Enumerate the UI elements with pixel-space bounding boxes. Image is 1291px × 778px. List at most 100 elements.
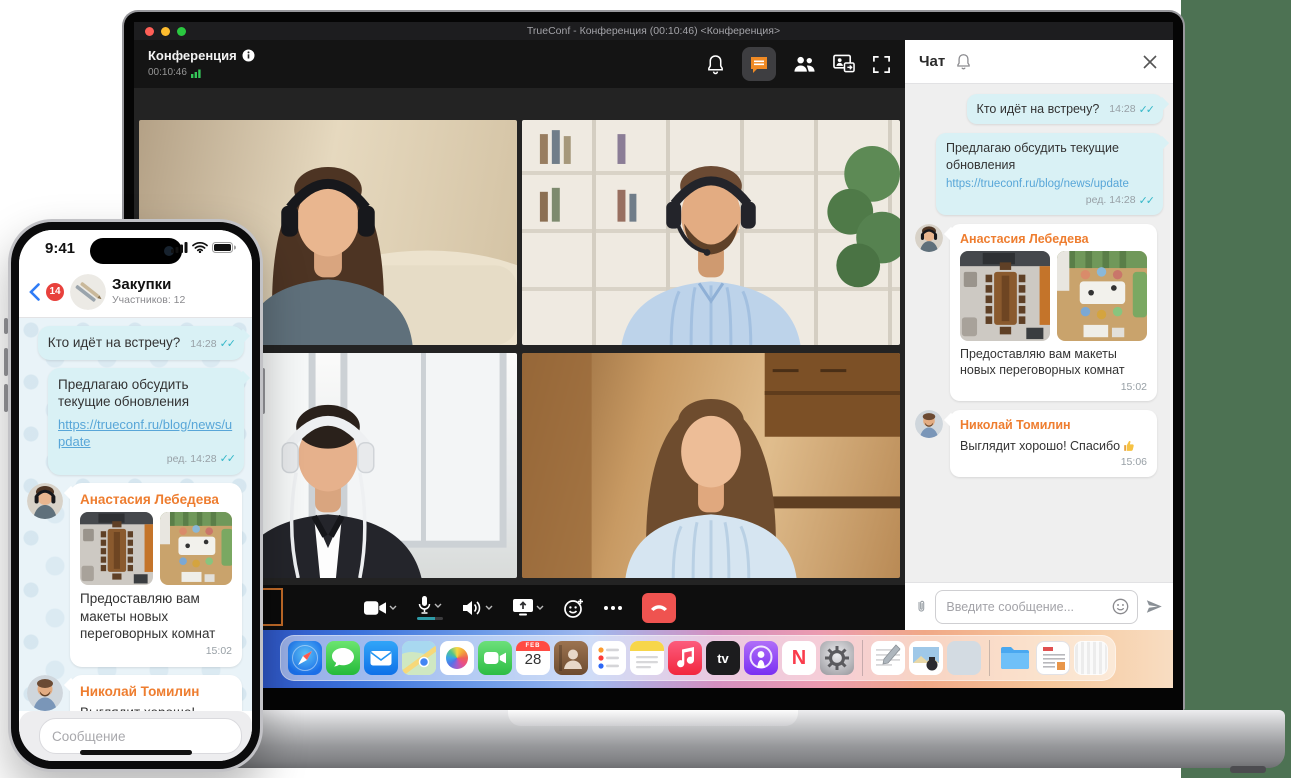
news-label: N	[782, 641, 816, 675]
message-incoming: Николай Томилин Выглядит хорошо! Спасибо…	[950, 410, 1157, 476]
read-checks: ✓✓	[1139, 103, 1153, 117]
room-mockup-2-image[interactable]	[1057, 251, 1147, 341]
dock-divider	[989, 640, 990, 676]
read-checks: ✓✓	[220, 452, 234, 466]
wifi-icon	[192, 242, 208, 253]
message-link[interactable]: https://trueconf.ru/blog/news/update	[58, 417, 234, 451]
chat-toggle-active[interactable]	[742, 47, 776, 81]
dock-preview-icon[interactable]	[909, 641, 943, 675]
participant-4-illustration	[522, 353, 900, 578]
close-icon[interactable]	[1143, 55, 1157, 69]
avatar-anastasia	[27, 483, 63, 519]
conference-timer: 00:10:46	[148, 67, 187, 78]
group-avatar[interactable]	[70, 274, 106, 310]
camera-control[interactable]	[364, 600, 397, 616]
home-indicator[interactable]	[80, 750, 192, 755]
screen-share-control[interactable]	[513, 599, 544, 616]
dock-calendar-icon[interactable]: FEB 28	[516, 641, 550, 675]
chevron-down-icon	[536, 605, 544, 610]
microphone-icon	[418, 596, 431, 615]
camera-icon	[364, 600, 386, 616]
message-text: Выглядит хорошо! Спасибо	[80, 704, 232, 711]
participant-2-illustration	[522, 120, 900, 345]
message-input[interactable]	[935, 590, 1138, 624]
message-outgoing: Кто идёт на встречу? 14:28✓✓	[967, 94, 1163, 124]
tv-label: tv	[706, 641, 740, 675]
attachments-row	[80, 512, 232, 585]
chat-panel: Чат Кто идёт на встречу? 14:28✓✓ Предлаг…	[905, 40, 1173, 630]
message-author: Николай Томилин	[960, 417, 1147, 433]
hangup-icon	[650, 604, 668, 612]
video-tile-participant-4[interactable]	[522, 353, 900, 578]
dock-news-icon[interactable]: N	[782, 641, 816, 675]
message-text: Предоставляю вам макеты новых переговорн…	[960, 347, 1125, 377]
message-incoming-row: Анастасия Лебедева Предоставляю вам маке…	[915, 224, 1163, 401]
message-input[interactable]	[39, 718, 242, 754]
dock-tv-icon[interactable]: tv	[706, 641, 740, 675]
macos-dock: FEB 28 tv N	[280, 635, 1116, 681]
cellular-icon	[171, 242, 188, 253]
back-icon[interactable]	[29, 283, 40, 301]
dock-folder-icon[interactable]	[998, 641, 1032, 675]
room-mockup-1-image[interactable]	[960, 251, 1050, 341]
dock-maps-icon[interactable]	[402, 641, 436, 675]
message-text: Кто идёт на встречу?	[48, 334, 181, 352]
message-time: 14:28	[190, 453, 216, 467]
dock-divider	[862, 640, 863, 676]
dock-notes-icon[interactable]	[630, 641, 664, 675]
conference-toolbar	[706, 40, 891, 88]
room-mockup-2-image[interactable]	[160, 512, 233, 585]
hangup-button[interactable]	[642, 593, 676, 623]
connection-quality-icon	[191, 68, 203, 78]
dock-photos-icon[interactable]	[440, 641, 474, 675]
chat-panel-title: Чат	[919, 53, 945, 70]
message-text: Предоставляю вам макеты новых переговорн…	[80, 591, 215, 641]
participants-icon[interactable]	[793, 54, 816, 74]
dock-app-icon[interactable]	[947, 641, 981, 675]
dock-reminders-icon[interactable]	[592, 641, 626, 675]
phone-chat-messages: Кто идёт на встречу? 14:28 ✓✓ Предлагаю о…	[19, 318, 252, 711]
phone-chat-header: 14 Закупки Участников: 12	[19, 266, 252, 318]
dock-contacts-icon[interactable]	[554, 641, 588, 675]
reactions-icon[interactable]	[564, 598, 584, 618]
emoji-icon[interactable]	[1112, 598, 1129, 615]
message-outgoing: Предлагаю обсудить текущие обновления ht…	[48, 368, 244, 475]
message-author: Николай Томилин	[80, 683, 232, 701]
desktop-wallpaper-strip: FEB 28 tv N	[134, 630, 1173, 688]
status-time: 9:41	[45, 240, 75, 257]
message-incoming-row: Анастасия Лебедева Предоставляю вам маке…	[27, 483, 244, 667]
dock-mail-icon[interactable]	[364, 641, 398, 675]
dock-podcasts-icon[interactable]	[744, 641, 778, 675]
notification-bell-icon[interactable]	[955, 52, 972, 71]
video-tile-participant-2[interactable]	[522, 120, 900, 345]
speaker-control[interactable]	[463, 600, 493, 616]
dock-settings-icon[interactable]	[820, 641, 854, 675]
laptop-base-notch	[508, 710, 798, 726]
message-time: 15:02	[1121, 381, 1147, 395]
room-mockup-1-image[interactable]	[80, 512, 153, 585]
bell-icon[interactable]	[706, 54, 725, 75]
pip-layout-icon[interactable]	[833, 54, 855, 74]
more-options-icon[interactable]	[604, 606, 622, 610]
dock-document-icon[interactable]	[1036, 641, 1070, 675]
group-subtitle: Участников: 12	[112, 294, 185, 306]
microphone-control[interactable]	[417, 596, 443, 620]
message-author: Анастасия Лебедева	[80, 491, 232, 509]
conference-timer-row: 00:10:46	[148, 67, 203, 78]
dock-safari-icon[interactable]	[288, 641, 322, 675]
dock-trash-icon[interactable]	[1074, 641, 1108, 675]
info-icon[interactable]	[242, 49, 255, 62]
conference-name-row: Конференция	[148, 48, 255, 63]
dock-music-icon[interactable]	[668, 641, 702, 675]
message-incoming-row: Николай Томилин Выглядит хорошо! Спасибо…	[27, 675, 244, 711]
dock-facetime-icon[interactable]	[478, 641, 512, 675]
message-text: Предлагаю обсудить текущие обновления	[58, 377, 189, 410]
group-title-block[interactable]: Закупки Участников: 12	[112, 277, 185, 306]
fullscreen-icon[interactable]	[872, 55, 891, 74]
attach-icon[interactable]	[915, 597, 927, 616]
chat-icon	[749, 54, 769, 74]
dock-textedit-icon[interactable]	[871, 641, 905, 675]
dock-messages-icon[interactable]	[326, 641, 360, 675]
send-icon[interactable]	[1146, 598, 1163, 615]
message-link[interactable]: https://trueconf.ru/blog/news/update	[946, 177, 1153, 192]
